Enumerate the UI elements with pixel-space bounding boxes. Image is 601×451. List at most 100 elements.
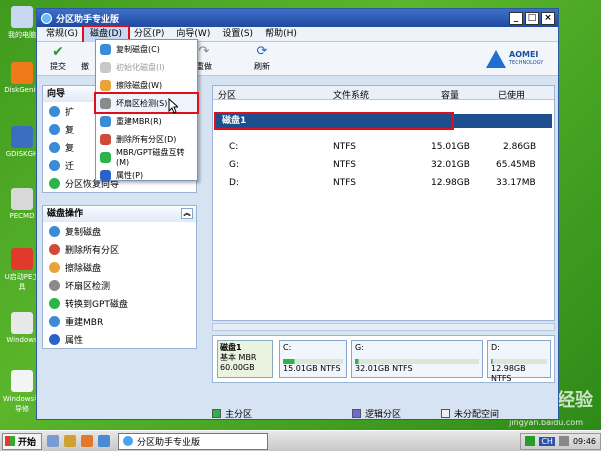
menu-properties[interactable]: 属性(P)	[96, 166, 197, 184]
partition-letter: C:	[283, 343, 292, 352]
disk-map-partition-d[interactable]: D: 12.98GB NTFS	[487, 340, 551, 383]
start-button[interactable]: 开始	[2, 432, 42, 450]
language-indicator[interactable]: CH	[539, 436, 555, 446]
start-label: 开始	[18, 437, 37, 448]
convert-icon	[49, 297, 60, 309]
quicklaunch-icon[interactable]	[81, 435, 93, 447]
collapse-icon[interactable]: ︽	[181, 208, 193, 219]
commit-button[interactable]: ✔ 提交	[41, 45, 75, 72]
menu-help[interactable]: 帮助(H)	[259, 27, 303, 42]
disk-map-partition-c[interactable]: C: 15.01GB NTFS	[279, 340, 347, 378]
taskbar-app-label: 分区助手专业版	[137, 437, 201, 448]
maximize-button[interactable]: □	[525, 11, 539, 25]
disk-op-convert-gpt[interactable]: 转换到GPT磁盘	[43, 294, 196, 312]
migrate-icon	[49, 159, 60, 171]
menu-item-label: 擦除磁盘(W)	[116, 80, 163, 90]
minimize-button[interactable]: _	[509, 11, 523, 25]
table-row[interactable]: D: NTFS 12.98GB 33.17MB	[213, 178, 556, 192]
partition-desc: 15.01GB NTFS	[283, 364, 341, 373]
properties-icon	[100, 169, 111, 181]
menu-general[interactable]: 常规(G)	[40, 27, 84, 42]
legend-logical-label: 逻辑分区	[365, 409, 402, 420]
rebuild-mbr-icon	[100, 115, 111, 127]
menu-mbr-gpt[interactable]: MBR/GPT磁盘互转(M)	[96, 148, 197, 167]
brand-name: AOMEI	[509, 50, 539, 59]
disk-op-bad-sector[interactable]: 坏扇区检测	[43, 276, 196, 294]
disk-op-label: 转换到GPT磁盘	[65, 299, 128, 310]
horizontal-scrollbar[interactable]	[212, 323, 555, 331]
menu-settings[interactable]: 设置(S)	[216, 27, 259, 42]
menu-item-label: 属性(P)	[116, 170, 144, 180]
table-row[interactable]: G: NTFS 32.01GB 65.45MB	[213, 160, 556, 174]
app-icon	[123, 436, 133, 446]
boot-repair-icon	[11, 370, 33, 392]
disk-op-label: 属性	[65, 335, 84, 346]
disk-op-label: 复制磁盘	[65, 227, 102, 238]
menu-copy-disk[interactable]: 复制磁盘(C)	[96, 40, 197, 58]
taskbar-app-button[interactable]: 分区助手专业版	[118, 432, 268, 450]
menu-wipe-disk[interactable]: 擦除磁盘(W)	[96, 76, 197, 94]
brand-sub: TECHNOLOGY	[509, 60, 544, 66]
quicklaunch-icon[interactable]	[47, 435, 59, 447]
delete-icon	[100, 133, 111, 145]
unallocated-swatch	[441, 408, 451, 418]
windows-flag-icon	[5, 436, 15, 446]
disk-ops-panel-title: 磁盘操作 ︽	[43, 206, 196, 222]
disk-ops-panel: 磁盘操作 ︽ 复制磁盘 删除所有分区 擦除磁盘 坏扇区检测 转换到GPT磁盘 重…	[42, 205, 197, 349]
copy-disk-icon	[100, 43, 111, 55]
menu-item-label: 坏扇区检测(S)	[116, 98, 168, 108]
header-filesystem[interactable]: 文件系统	[333, 88, 369, 101]
redo-icon: ↷	[198, 44, 210, 59]
undo-button[interactable]: 撤	[73, 45, 97, 72]
menu-init-disk[interactable]: 初始化磁盘(I)	[96, 58, 197, 76]
refresh-icon: ⟳	[256, 44, 268, 59]
disk-op-properties[interactable]: 属性	[43, 330, 196, 348]
cell-partition: D:	[229, 178, 239, 188]
cell-partition: G:	[229, 160, 240, 170]
aomei-logo: AOMEI TECHNOLOGY	[486, 46, 554, 72]
legend-unallocated-label: 未分配空间	[454, 409, 500, 420]
cell-capacity: 15.01GB	[431, 142, 470, 152]
wipe-icon	[49, 261, 60, 273]
cell-capacity: 32.01GB	[431, 160, 470, 170]
disk-op-wipe[interactable]: 擦除磁盘	[43, 258, 196, 276]
desktop-icon-label: GDISKGH	[5, 150, 39, 158]
menu-delete-all[interactable]: 删除所有分区(D)	[96, 130, 197, 148]
wipe-icon	[100, 79, 111, 91]
disk-map-disk[interactable]: 磁盘1 基本 MBR 60.00GB	[217, 340, 273, 378]
close-button[interactable]: ×	[541, 11, 555, 25]
menu-bad-sector[interactable]: 坏扇区检测(S)	[94, 92, 199, 114]
disk-map-partition-g[interactable]: G: 32.01GB NTFS	[351, 340, 483, 378]
aomei-logo-icon	[486, 50, 506, 68]
window-title: 分区助手专业版	[56, 14, 120, 25]
undo-icon	[77, 45, 93, 59]
convert-icon	[100, 151, 111, 163]
quicklaunch-icon[interactable]	[98, 435, 110, 447]
disk-op-delete-all[interactable]: 删除所有分区	[43, 240, 196, 258]
title-bar[interactable]: 分区助手专业版 _ □ ×	[37, 9, 558, 27]
bad-sector-icon	[49, 279, 60, 291]
wizard-item-label: 复	[65, 125, 75, 136]
bad-sector-icon	[100, 97, 111, 109]
table-header: 分区 文件系统 容量 已使用	[213, 86, 554, 101]
partition-desc: 12.98GB NTFS	[491, 364, 526, 383]
header-capacity[interactable]: 容量	[441, 88, 459, 101]
table-row[interactable]: C: NTFS 15.01GB 2.86GB	[213, 142, 556, 156]
speaker-icon[interactable]	[558, 436, 569, 446]
refresh-button[interactable]: ⟳ 刷新	[245, 45, 279, 72]
menu-item-label: 重建MBR(R)	[116, 116, 162, 126]
header-used[interactable]: 已使用	[498, 88, 525, 101]
disk-ops-panel-title-text: 磁盘操作	[47, 209, 84, 219]
quicklaunch-icon[interactable]	[64, 435, 76, 447]
cell-used: 33.17MB	[496, 178, 536, 188]
logical-swatch	[352, 408, 362, 418]
header-partition[interactable]: 分区	[218, 88, 236, 101]
network-icon[interactable]	[525, 436, 536, 446]
copy-disk-icon	[49, 225, 60, 237]
partition-letter: G:	[355, 343, 364, 352]
computer-icon	[11, 6, 33, 28]
disk-op-copy[interactable]: 复制磁盘	[43, 222, 196, 240]
disk-op-rebuild-mbr[interactable]: 重建MBR	[43, 312, 196, 330]
menu-rebuild-mbr[interactable]: 重建MBR(R)	[96, 112, 197, 130]
legend-primary-label: 主分区	[225, 409, 253, 420]
